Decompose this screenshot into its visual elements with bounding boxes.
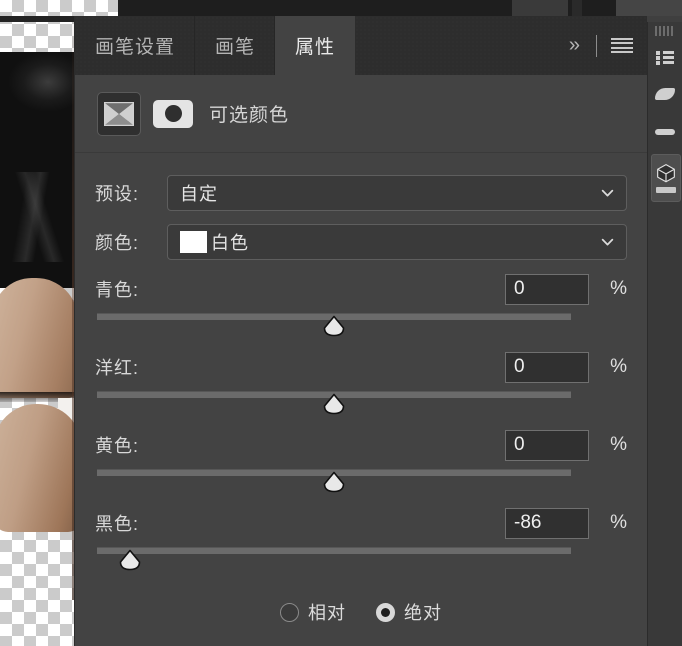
tab-brush-settings-label: 画笔设置 [95,37,176,58]
preset-dropdown[interactable]: 自定 [167,175,627,211]
radio-relative-ring [280,602,299,622]
yellow-input[interactable]: 0 [505,429,589,461]
layer-mask-thumbnail-icon[interactable] [153,99,193,128]
slider-header-yellow: 黄色: 0 % [95,427,627,463]
magenta-thumb[interactable] [322,393,346,415]
black-unit: % [610,512,627,533]
tab-brush-settings[interactable]: 画笔设置 [75,16,195,75]
tab-brush[interactable]: 画笔 [195,16,275,75]
toolbar-chip-a[interactable] [512,0,568,16]
preset-label: 预设: [95,184,140,204]
tab-brush-label: 画笔 [215,37,256,58]
properties-list-icon [656,51,674,65]
cyan-thumb[interactable] [322,315,346,337]
black-label: 黑色: [95,514,140,534]
slider-row-black: 黑色: -86 % [95,505,627,583]
3d-cube-base-bar [656,187,676,193]
3d-cube-icon [656,163,676,193]
black-thumb[interactable] [118,549,142,571]
colors-row: 颜色: 白色 [95,224,627,260]
radio-absolute-label: 绝对 [404,603,442,623]
tab-properties-label: 属性 [295,37,336,58]
photo-subject-shape-lower [0,404,75,532]
slider-header-cyan: 青色: 0 % [95,271,627,307]
toolbar-chip-b[interactable] [572,0,582,16]
panel-grip-icon[interactable] [655,26,675,36]
toolbar-chip-c[interactable] [616,0,682,16]
colors-label: 颜色: [95,233,140,253]
right-dock-rail [647,22,682,646]
chevron-down-icon [601,189,614,197]
slider-row-cyan: 青色: 0 % [95,271,627,349]
colors-dropdown[interactable]: 白色 [167,224,627,260]
black-track[interactable] [97,547,571,554]
radio-absolute-ring [376,602,395,622]
magenta-unit: % [610,356,627,377]
photoshop-window: 画笔设置 画笔 属性 » 可选颜色 预设: 自定 颜色: 白色 青色: 0 % … [0,0,682,646]
method-radio-group: 相对 绝对 [75,599,647,625]
collapse-panels-icon[interactable]: » [569,34,582,57]
slider-track-area-cyan[interactable] [95,313,627,347]
adjustment-header: 可选颜色 [75,75,647,153]
rail-item-brush[interactable] [651,80,679,108]
black-input[interactable]: -86 [505,507,589,539]
properties-panel: 画笔设置 画笔 属性 » 可选颜色 预设: 自定 颜色: 白色 青色: 0 % … [75,16,647,646]
tab-properties[interactable]: 属性 [275,16,356,75]
preset-value: 自定 [180,184,218,204]
photo-subject-shape-upper [0,278,75,398]
colors-value: 白色 [211,233,249,253]
gradient-bar-icon [655,129,675,135]
photo-dark-region [0,52,75,288]
cyan-input[interactable]: 0 [505,273,589,305]
rail-item-gradient[interactable] [651,118,679,146]
preset-row: 预设: 自定 [95,175,627,211]
magenta-label: 洋红: [95,358,140,378]
document-image-preview [0,0,75,600]
yellow-unit: % [610,434,627,455]
cyan-label: 青色: [95,280,140,300]
yellow-thumb[interactable] [322,471,346,493]
color-swatch [180,231,207,253]
properties-panel-body: 预设: 自定 颜色: 白色 青色: 0 % 洋红: 0 % 黄色: 0 % 黑色… [75,153,647,646]
slider-header-black: 黑色: -86 % [95,505,627,541]
selective-color-adjustment-icon[interactable] [97,91,141,136]
slider-row-yellow: 黄色: 0 % [95,427,627,505]
radio-relative[interactable]: 相对 [280,599,346,625]
chevron-down-icon [601,238,614,246]
radio-relative-label: 相对 [308,603,346,623]
rail-item-properties[interactable] [651,44,679,72]
yellow-label: 黄色: [95,436,140,456]
panel-tab-bar: 画笔设置 画笔 属性 » [75,16,647,75]
panel-tab-bar-controls: » [569,16,647,75]
rail-item-3d[interactable] [651,154,681,202]
adjustment-title: 可选颜色 [209,105,290,126]
slider-row-magenta: 洋红: 0 % [95,349,627,427]
panel-menu-icon[interactable] [611,37,633,54]
slider-track-area-black[interactable] [95,547,627,581]
slider-track-area-magenta[interactable] [95,391,627,425]
tab-bar-divider [596,34,597,57]
slider-header-magenta: 洋红: 0 % [95,349,627,385]
document-tab-thumbnail[interactable] [0,0,118,16]
cyan-unit: % [610,278,627,299]
document-tab-strip [0,0,682,16]
radio-absolute[interactable]: 绝对 [376,599,442,625]
slider-track-area-yellow[interactable] [95,469,627,503]
layer-mask-dot [164,105,182,122]
brush-leaf-icon [655,88,675,100]
magenta-input[interactable]: 0 [505,351,589,383]
